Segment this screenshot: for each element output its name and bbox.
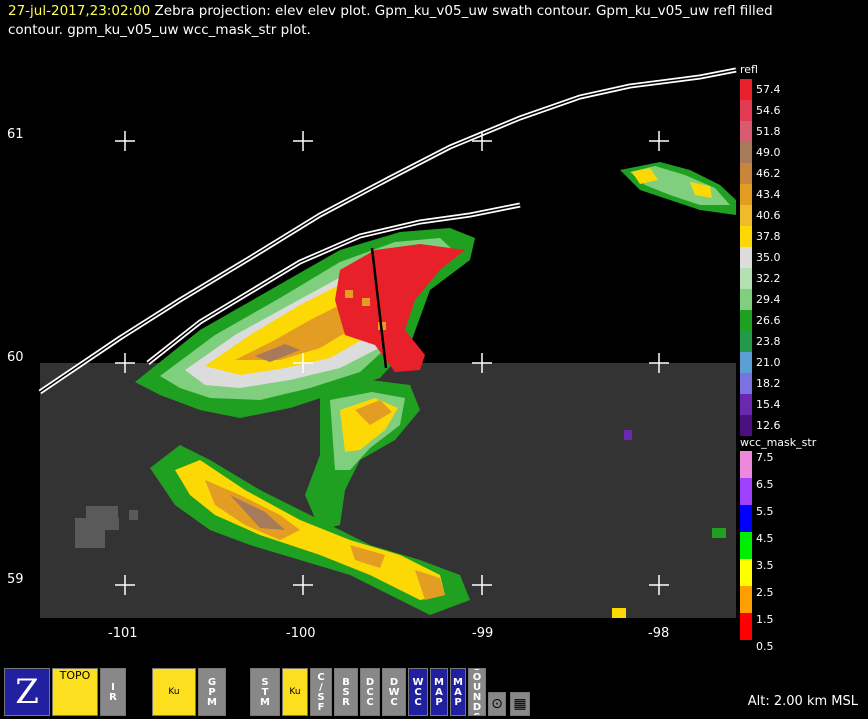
refl-bar-label: 40.6 <box>756 209 781 222</box>
wcc-bar-label: 0.5 <box>756 640 774 653</box>
refl-bar-swatch <box>740 289 752 310</box>
refl-bar-label: 12.6 <box>756 419 781 432</box>
refl-bar-label: 46.2 <box>756 167 781 180</box>
map2-button[interactable]: MAP <box>450 668 466 716</box>
refl-bar-label: 15.4 <box>756 398 781 411</box>
refl-bar-swatch <box>740 394 752 415</box>
refl-bar-swatch <box>740 310 752 331</box>
zebra-logo-button[interactable]: Z <box>4 668 50 716</box>
wcc-bar-label: 6.5 <box>756 478 774 491</box>
grid-button[interactable]: ▦ <box>510 692 530 716</box>
gpm-button[interactable]: GPM <box>198 668 226 716</box>
refl-bar-label: 18.2 <box>756 377 781 390</box>
lat-label-60: 60 <box>7 350 24 365</box>
ku-gpm-vs-button[interactable]: Ku <box>282 668 308 716</box>
refl-bar-label: 37.8 <box>756 230 781 243</box>
wcc-bar-swatch <box>740 532 752 559</box>
map-plot[interactable] <box>0 0 868 719</box>
wcc-bar-swatch <box>740 559 752 586</box>
refl-bar-label: 26.6 <box>756 314 781 327</box>
refl-bar-swatch <box>740 205 752 226</box>
lon-label-101: -101 <box>108 626 138 641</box>
refl-bar-swatch <box>740 226 752 247</box>
refl-bar-label: 23.8 <box>756 335 781 348</box>
refl-bar-swatch <box>740 373 752 394</box>
topo-button[interactable]: TOPO <box>52 668 98 716</box>
csf-gpm-button[interactable]: C/SF <box>310 668 332 716</box>
refl-bar-swatch <box>740 247 752 268</box>
lon-label-100: -100 <box>286 626 316 641</box>
altitude-readout: Alt: 2.00 km MSL <box>747 694 858 709</box>
refl-bar-swatch <box>740 142 752 163</box>
sounds-button[interactable]: SOUNDS <box>468 668 486 716</box>
refl-bar-label: 54.6 <box>756 104 781 117</box>
refl-bar-label: 49.0 <box>756 146 781 159</box>
refl-bar-swatch <box>740 163 752 184</box>
refl-bar-label: 21.0 <box>756 356 781 369</box>
refl-bar-label: 51.8 <box>756 125 781 138</box>
refl-bar-swatch <box>740 184 752 205</box>
refl-bar-swatch <box>740 100 752 121</box>
refl-bar-swatch <box>740 268 752 289</box>
refl-bar-label: 29.4 <box>756 293 781 306</box>
refl-bar-swatch <box>740 331 752 352</box>
refl-bar-label: 35.0 <box>756 251 781 264</box>
lat-label-61: 61 <box>7 127 24 142</box>
wcc-bar-label: 4.5 <box>756 532 774 545</box>
lon-label-99: -99 <box>472 626 494 641</box>
refl-bar-swatch <box>740 121 752 142</box>
wcc-bar-label: 2.5 <box>756 586 774 599</box>
ku-swath-button[interactable]: Ku <box>152 668 196 716</box>
refl-bar-swatch <box>740 415 752 436</box>
wcc-bar-label: 7.5 <box>756 451 774 464</box>
wcc-colorbar-title: wcc_mask_str <box>740 436 817 449</box>
wcc-bar-swatch <box>740 478 752 505</box>
refl-colorbar-title: refl <box>740 63 758 76</box>
ir-button[interactable]: IR <box>100 668 126 716</box>
wcc-bar-swatch <box>740 586 752 613</box>
wcc-bar-label: 1.5 <box>756 613 774 626</box>
lon-label-98: -98 <box>648 626 670 641</box>
refl-bar-label: 43.4 <box>756 188 781 201</box>
refl-bar-label: 57.4 <box>756 83 781 96</box>
wcc-bar-label: 3.5 <box>756 559 774 572</box>
map-button[interactable]: MAP <box>430 668 448 716</box>
dcc-button[interactable]: DCC <box>360 668 380 716</box>
wcc-bar-swatch <box>740 613 752 640</box>
stm-button[interactable]: STM <box>250 668 280 716</box>
wcc-bar-swatch <box>740 505 752 532</box>
refl-bar-swatch <box>740 79 752 100</box>
target-button[interactable]: ⊙ <box>488 692 506 716</box>
bsr-button[interactable]: BSR <box>334 668 358 716</box>
lat-label-59: 59 <box>7 572 24 587</box>
refl-bar-label: 32.2 <box>756 272 781 285</box>
wcc-button[interactable]: WCC <box>408 668 428 716</box>
wcc-bar-label: 5.5 <box>756 505 774 518</box>
dwc-button[interactable]: DWC <box>382 668 406 716</box>
refl-bar-swatch <box>740 352 752 373</box>
wcc-bar-swatch <box>740 451 752 478</box>
